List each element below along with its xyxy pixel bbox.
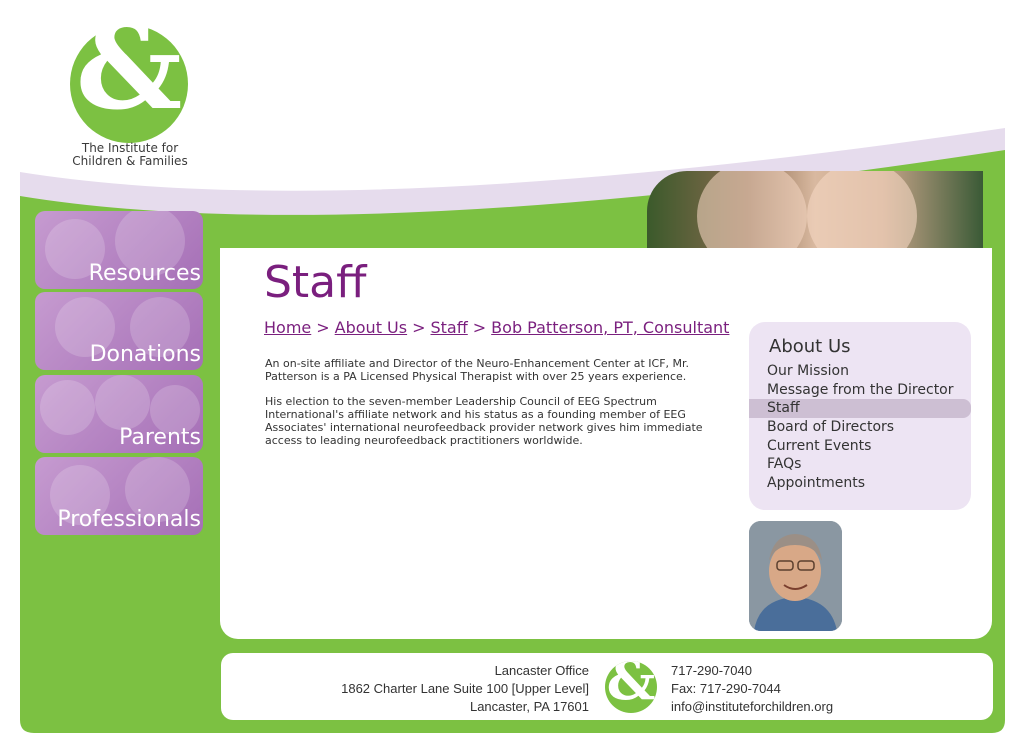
site-logo[interactable]: & The Institute for Children & Families: [60, 8, 200, 172]
footer: Lancaster Office 1862 Charter Lane Suite…: [221, 653, 993, 720]
ampersand-icon: &: [75, 0, 183, 136]
footer-ampersand: &: [606, 661, 656, 712]
side-menu-item-board-of-directors[interactable]: Board of Directors: [749, 418, 971, 437]
nav-resources-label: Resources: [88, 261, 201, 286]
breadcrumb-current[interactable]: Bob Patterson, PT, Consultant: [491, 318, 729, 337]
footer-office: Lancaster Office: [494, 663, 589, 678]
side-menu-item-appointments[interactable]: Appointments: [749, 474, 971, 493]
footer-address-line-2: Lancaster, PA 17601: [469, 699, 589, 714]
side-menu-item-our-mission[interactable]: Our Mission: [749, 362, 971, 381]
nav-professionals-label: Professionals: [57, 507, 201, 532]
nav-resources[interactable]: Resources: [35, 211, 203, 289]
side-menu-list: Our Mission Message from the Director St…: [749, 362, 971, 493]
breadcrumb-about-us[interactable]: About Us: [335, 318, 407, 337]
breadcrumb-separator: >: [412, 318, 426, 337]
nav-parents[interactable]: Parents: [35, 375, 203, 453]
breadcrumb-separator: >: [472, 318, 487, 337]
footer-logo-icon: &: [605, 661, 657, 713]
side-menu-item-staff[interactable]: Staff: [749, 399, 971, 419]
about-us-menu: About Us Our Mission Message from the Di…: [749, 322, 971, 510]
page-title: Staff: [264, 257, 367, 308]
breadcrumb: Home > About Us > Staff > Bob Patterson, PT, C…: [264, 318, 729, 338]
side-menu-title: About Us: [769, 336, 851, 357]
footer-email[interactable]: info@instituteforchildren.org: [671, 698, 833, 716]
logo-line-2: Children & Families: [72, 154, 188, 168]
nav-parents-label: Parents: [119, 425, 201, 450]
logo-text: The Institute for Children & Families: [60, 142, 200, 168]
nav-professionals[interactable]: Professionals: [35, 457, 203, 535]
footer-address-block: Lancaster Office 1862 Charter Lane Suite…: [221, 662, 589, 716]
footer-contact-block: 717-290-7040 Fax: 717-290-7044 info@inst…: [671, 662, 833, 716]
footer-phone: 717-290-7040: [671, 663, 752, 678]
nav-donations[interactable]: Donations: [35, 292, 203, 370]
staff-portrait: [749, 521, 842, 631]
side-menu-item-message-from-director[interactable]: Message from the Director: [749, 381, 971, 400]
breadcrumb-home[interactable]: Home: [264, 318, 311, 337]
hero-photo: [647, 171, 983, 248]
bio-text: An on-site affiliate and Director of the…: [265, 357, 735, 459]
side-menu-item-faqs[interactable]: FAQs: [749, 455, 971, 474]
portrait-illustration: [749, 521, 842, 631]
breadcrumb-separator: >: [316, 318, 330, 337]
footer-address-line-1: 1862 Charter Lane Suite 100 [Upper Level…: [341, 681, 589, 696]
bio-paragraph-2: His election to the seven-member Leaders…: [265, 395, 703, 447]
breadcrumb-staff[interactable]: Staff: [431, 318, 468, 337]
bio-paragraph-1: An on-site affiliate and Director of the…: [265, 357, 690, 383]
footer-fax: Fax: 717-290-7044: [671, 681, 781, 696]
side-menu-item-current-events[interactable]: Current Events: [749, 437, 971, 456]
nav-donations-label: Donations: [89, 342, 201, 367]
